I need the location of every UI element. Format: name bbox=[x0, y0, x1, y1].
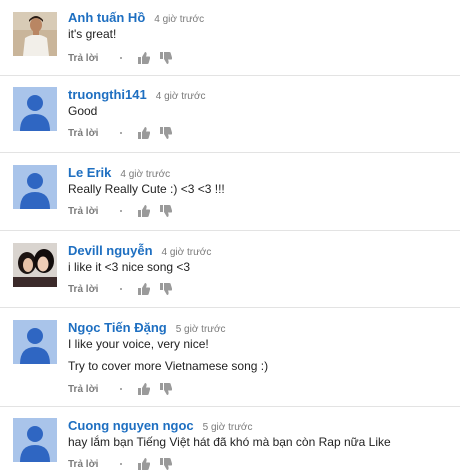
reply-button[interactable]: Trả lời bbox=[68, 206, 98, 217]
comment-actions: Trả lời bbox=[68, 126, 173, 140]
reply-button[interactable]: Trả lời bbox=[68, 284, 98, 295]
comment-text: Really Really Cute :) <3 <3 !!! bbox=[68, 182, 225, 196]
comment-text: Good bbox=[68, 104, 98, 118]
reply-button[interactable]: Trả lời bbox=[68, 128, 98, 139]
divider bbox=[0, 75, 460, 76]
avatar[interactable] bbox=[13, 12, 57, 56]
divider bbox=[0, 406, 460, 407]
avatar[interactable] bbox=[13, 320, 57, 364]
thumbs-up-icon[interactable] bbox=[138, 458, 151, 470]
comment-time[interactable]: 4 giờ trước bbox=[162, 247, 212, 258]
separator-dot bbox=[120, 210, 123, 212]
comment-actions: Trả lời bbox=[68, 204, 173, 218]
comment-actions: Trả lời bbox=[68, 382, 173, 396]
reply-button[interactable]: Trả lời bbox=[68, 53, 98, 64]
author-name[interactable]: Le Erik bbox=[68, 165, 111, 180]
thumbs-up-icon[interactable] bbox=[138, 383, 151, 395]
thumbs-down-icon[interactable] bbox=[160, 205, 173, 217]
thumbs-down-icon[interactable] bbox=[160, 127, 173, 139]
thumbs-up-icon[interactable] bbox=[138, 127, 151, 139]
comment-text: i like it <3 nice song <3 bbox=[68, 260, 191, 274]
reply-button[interactable]: Trả lời bbox=[68, 384, 98, 395]
comment-text-line: I like your voice, very nice! bbox=[68, 337, 209, 351]
comment-actions: Trả lời bbox=[68, 51, 173, 65]
separator-dot bbox=[120, 57, 123, 59]
avatar[interactable] bbox=[13, 87, 57, 131]
comment-time[interactable]: 4 giờ trước bbox=[154, 14, 204, 25]
thumbs-down-icon[interactable] bbox=[160, 52, 173, 64]
separator-dot bbox=[120, 388, 123, 390]
avatar[interactable] bbox=[13, 418, 57, 462]
comment-text: hay lắm bạn Tiếng Việt hát đã khó mà bạn… bbox=[68, 435, 391, 449]
comment-time[interactable]: 4 giờ trước bbox=[156, 91, 206, 102]
thumbs-up-icon[interactable] bbox=[138, 205, 151, 217]
comment-actions: Trả lời bbox=[68, 457, 173, 471]
thumbs-down-icon[interactable] bbox=[160, 383, 173, 395]
author-name[interactable]: Devill nguyễn bbox=[68, 243, 153, 258]
author-name[interactable]: Cuong nguyen ngoc bbox=[68, 418, 194, 433]
comment-time[interactable]: 5 giờ trước bbox=[176, 324, 226, 335]
separator-dot bbox=[120, 463, 123, 465]
thumbs-up-icon[interactable] bbox=[138, 52, 151, 64]
comment-actions: Trả lời bbox=[68, 282, 173, 296]
comment-time[interactable]: 4 giờ trước bbox=[120, 169, 170, 180]
author-name[interactable]: truongthi141 bbox=[68, 87, 147, 102]
divider bbox=[0, 307, 460, 308]
separator-dot bbox=[120, 288, 123, 290]
avatar[interactable] bbox=[13, 243, 57, 287]
separator-dot bbox=[120, 132, 123, 134]
author-name[interactable]: Ngọc Tiến Đặng bbox=[68, 320, 167, 335]
divider bbox=[0, 230, 460, 231]
author-name[interactable]: Anh tuấn Hồ bbox=[68, 10, 145, 25]
comment-text: it's great! bbox=[68, 27, 117, 41]
avatar[interactable] bbox=[13, 165, 57, 209]
reply-button[interactable]: Trả lời bbox=[68, 459, 98, 470]
comment-text-line: Try to cover more Vietnamese song :) bbox=[68, 359, 269, 373]
comment-time[interactable]: 5 giờ trước bbox=[203, 422, 253, 433]
thumbs-down-icon[interactable] bbox=[160, 283, 173, 295]
thumbs-down-icon[interactable] bbox=[160, 458, 173, 470]
divider bbox=[0, 152, 460, 153]
thumbs-up-icon[interactable] bbox=[138, 283, 151, 295]
